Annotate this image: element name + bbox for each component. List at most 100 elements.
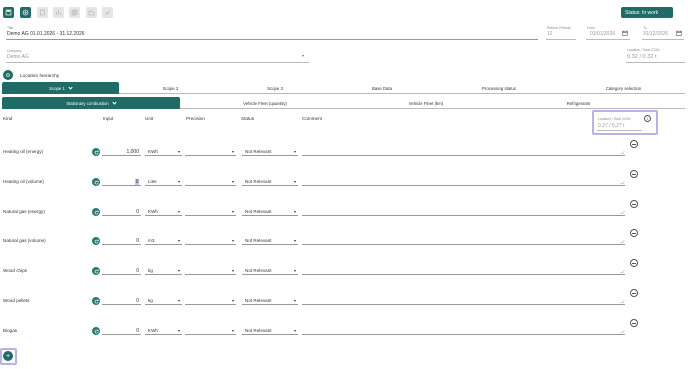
resize-handle-icon[interactable] <box>620 300 625 303</box>
add-row-button[interactable]: + <box>3 351 13 361</box>
chevron-down-icon <box>294 181 296 183</box>
remove-row-button[interactable] <box>630 140 638 148</box>
factor-button[interactable] <box>92 327 100 335</box>
precision-select[interactable] <box>185 237 236 245</box>
comment-field[interactable] <box>302 267 625 275</box>
check-button[interactable] <box>102 7 113 18</box>
factor-button[interactable] <box>92 237 100 245</box>
tab-label: Scope 1 <box>49 85 65 91</box>
factor-button[interactable] <box>92 267 100 275</box>
factor-button[interactable] <box>92 148 100 156</box>
factor-button[interactable] <box>92 178 100 186</box>
tab-stationary-combustion[interactable]: Stationary combustion <box>2 97 180 109</box>
comment-field[interactable] <box>302 178 625 186</box>
precision-select[interactable] <box>185 208 236 216</box>
unit-value: kg <box>148 298 153 303</box>
unit-select[interactable]: m3 <box>145 237 182 245</box>
status-select[interactable]: Not Relevant <box>242 178 298 186</box>
column-header-unit: Unit <box>145 116 154 121</box>
input-field[interactable]: 0 <box>102 237 141 245</box>
title-input[interactable]: Demo AG 01.01.2026 - 31.12.2026 <box>7 31 85 37</box>
comment-field[interactable] <box>302 237 625 245</box>
tab-scope-2[interactable]: Scope 2 <box>119 82 222 94</box>
input-field[interactable]: 0 <box>102 178 141 186</box>
resize-handle-icon[interactable] <box>620 240 625 243</box>
tab-scope-1[interactable]: Scope 1 <box>2 82 119 94</box>
remove-row-button[interactable] <box>630 200 638 208</box>
to-input[interactable]: 31/12/2026 <box>643 31 668 37</box>
input-field[interactable]: 0 <box>102 267 141 275</box>
company-select[interactable]: Demo AG <box>7 54 29 60</box>
unit-select[interactable]: KWh <box>145 208 182 216</box>
comment-field[interactable] <box>302 297 625 305</box>
input-field[interactable]: 1,000 <box>102 148 141 156</box>
comment-field[interactable] <box>302 208 625 216</box>
from-input[interactable]: 01/01/2026 <box>590 31 615 37</box>
target-button[interactable] <box>20 7 31 18</box>
document-button[interactable] <box>37 7 48 18</box>
tab-processing-status[interactable]: Processing status <box>436 82 562 94</box>
unit-select[interactable]: KWh <box>145 148 182 156</box>
to-label: To <box>643 26 647 30</box>
resize-handle-icon[interactable] <box>620 181 625 184</box>
calendar-icon[interactable] <box>622 30 628 36</box>
precision-select[interactable] <box>185 297 236 305</box>
precision-select[interactable] <box>185 267 236 275</box>
chevron-down-icon <box>178 270 180 272</box>
precision-select[interactable] <box>185 178 236 186</box>
resize-handle-icon[interactable] <box>620 211 625 214</box>
location-hierarchy-label: Location hierarchy <box>20 74 60 79</box>
chart-button[interactable] <box>53 7 64 18</box>
status-select[interactable]: Not Relevant <box>242 297 298 305</box>
copy-button[interactable] <box>69 7 80 18</box>
remove-row-button[interactable] <box>630 229 638 237</box>
input-field[interactable]: 0 <box>102 297 141 305</box>
location-hierarchy-button[interactable] <box>3 70 13 80</box>
column-header-kind: Kind <box>3 116 13 121</box>
status-select[interactable]: Not Relevant <box>242 267 298 275</box>
remove-row-button[interactable] <box>630 170 638 178</box>
total-label: Location / Total CO2e <box>627 48 660 52</box>
tab-category-selection[interactable]: Category selection <box>562 82 685 94</box>
hierarchy-icon <box>6 73 10 77</box>
tab-refrigerants[interactable]: Refrigerants <box>502 97 655 109</box>
input-field[interactable]: 0 <box>102 327 141 335</box>
unit-select[interactable]: kg <box>145 297 182 305</box>
periods-input[interactable]: 12 <box>547 31 553 37</box>
refresh-icon <box>94 150 99 154</box>
status-select[interactable]: Not Relevant <box>242 327 298 335</box>
factor-button[interactable] <box>92 208 100 216</box>
title-underline <box>6 39 538 40</box>
input-value: 1,000 <box>126 149 139 155</box>
folder-button[interactable] <box>86 7 97 18</box>
unit-select[interactable]: KWh <box>145 327 182 335</box>
info-icon[interactable]: i <box>644 115 651 122</box>
unit-value: KWh <box>148 328 158 333</box>
status-select[interactable]: Not Relevant <box>242 148 298 156</box>
input-field[interactable]: 0 <box>102 208 141 216</box>
status-select[interactable]: Not Relevant <box>242 208 298 216</box>
resize-handle-icon[interactable] <box>620 151 625 154</box>
comment-field[interactable] <box>302 327 625 335</box>
chevron-down-icon[interactable] <box>302 55 304 57</box>
precision-select[interactable] <box>185 148 236 156</box>
unit-select[interactable]: Liter <box>145 178 182 186</box>
tab-vehicle-fleet-quantity[interactable]: Vehicle Fleet (quantity) <box>180 97 350 109</box>
resize-handle-icon[interactable] <box>620 270 625 273</box>
unit-select[interactable]: kg <box>145 267 182 275</box>
precision-select[interactable] <box>185 327 236 335</box>
status-select[interactable]: Not Relevant <box>242 237 298 245</box>
tab-base-data[interactable]: Base Data <box>328 82 436 94</box>
tab-vehicle-fleet-km[interactable]: Vehicle Fleet (km) <box>350 97 502 109</box>
calendar-icon[interactable] <box>676 30 682 36</box>
from-underline <box>586 39 630 40</box>
resize-handle-icon[interactable] <box>620 330 625 333</box>
status-badge[interactable]: Status: In work <box>621 7 673 18</box>
remove-row-button[interactable] <box>630 259 638 267</box>
save-button[interactable] <box>3 7 14 18</box>
remove-row-button[interactable] <box>630 289 638 297</box>
factor-button[interactable] <box>92 297 100 305</box>
remove-row-button[interactable] <box>630 319 638 327</box>
comment-field[interactable] <box>302 148 625 156</box>
tab-scope-3[interactable]: Scope 3 <box>222 82 328 94</box>
